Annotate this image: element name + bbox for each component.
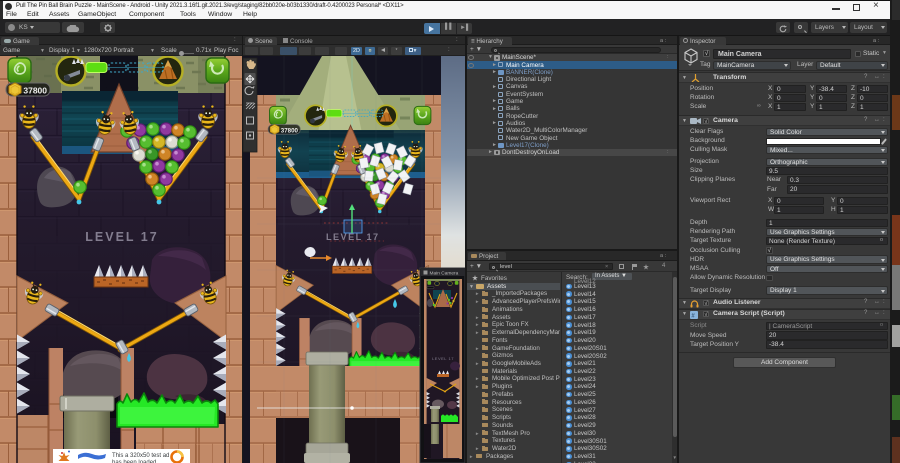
svg-text:This a 320x50 test ad: This a 320x50 test ad (112, 453, 169, 459)
svg-text:#: # (691, 312, 695, 319)
svg-text:Main Camera: Main Camera (430, 271, 459, 277)
svg-text:LEVEL 17: LEVEL 17 (432, 356, 454, 361)
